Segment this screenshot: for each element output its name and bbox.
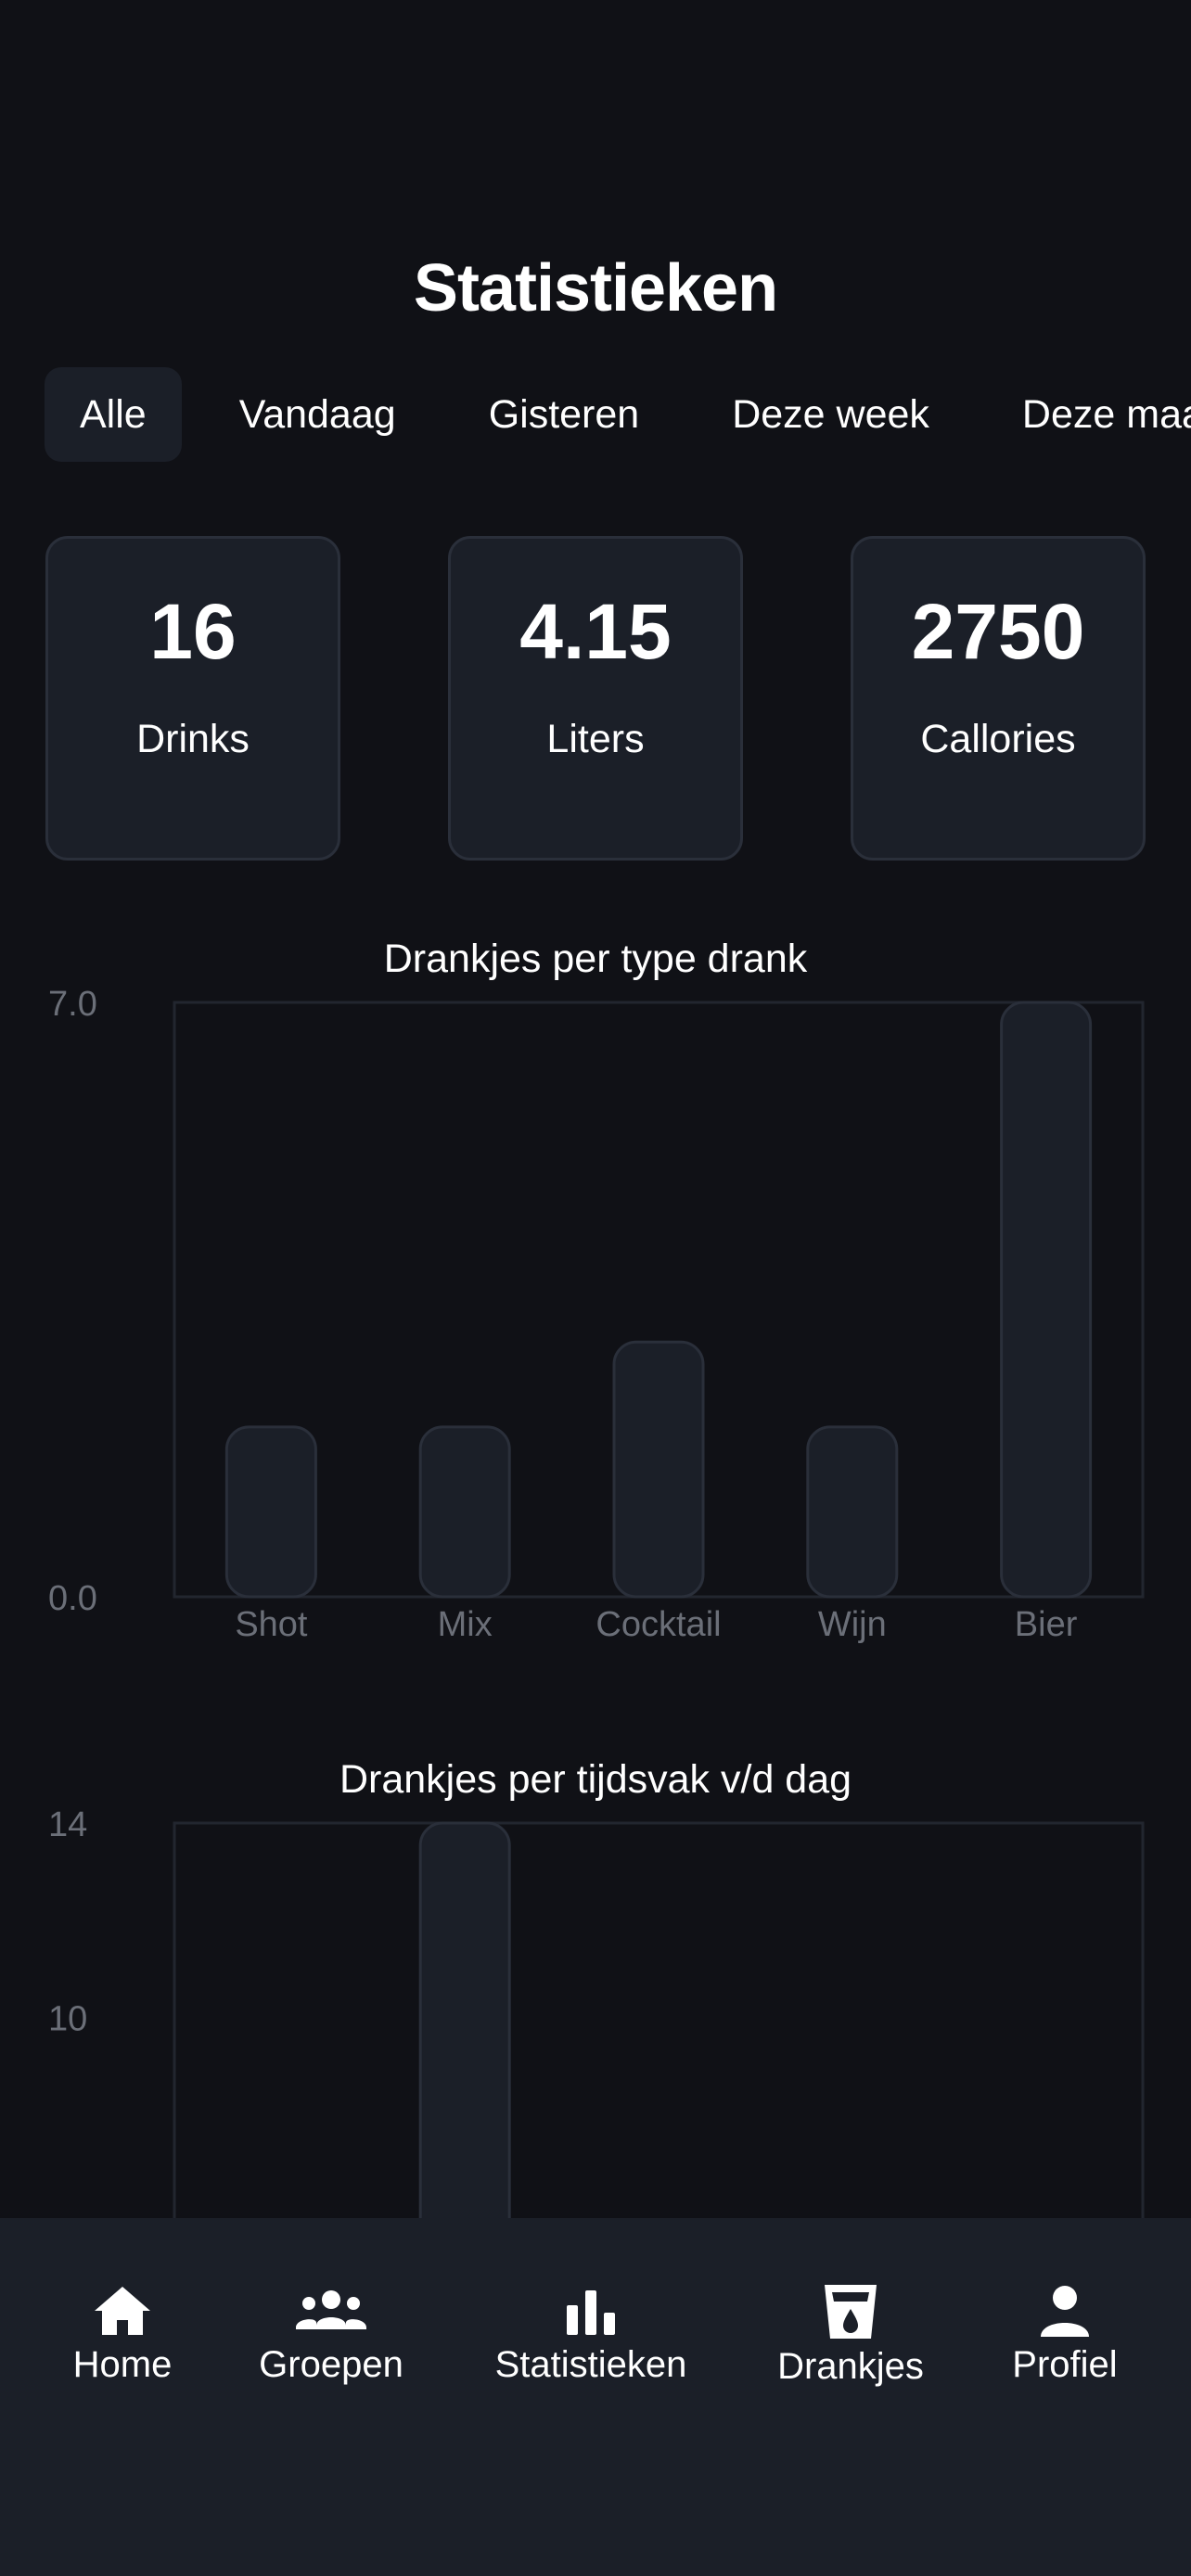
tab-drankjes[interactable]: Drankjes [770,2283,931,2388]
stat-card-liters: 4.15 Liters [448,536,743,861]
y-tick-label: 10 [48,2000,87,2039]
stat-label: Drinks [136,717,250,761]
tab-statistieken[interactable]: Statistieken [488,2283,694,2386]
period-filter-bar[interactable]: AlleVandaagGisterenDeze weekDeze maand [45,367,1191,462]
bar [418,1821,511,2218]
groups-icon [296,2290,366,2329]
filter-chip-alle[interactable]: Alle [45,367,182,462]
tab-label: Statistieken [494,2344,687,2385]
filter-chip-deze-week[interactable]: Deze week [697,367,965,462]
y-tick-label: 7.0 [48,985,97,1024]
tab-label: Drankjes [777,2346,924,2387]
tab-label: Home [72,2344,173,2385]
stat-value: 16 [149,588,237,675]
stat-value: 2750 [911,588,1085,675]
y-tick-label: 14 [48,1805,87,1844]
filter-chip-deze-maand[interactable]: Deze maand [987,367,1191,462]
filter-chip-gisteren[interactable]: Gisteren [454,367,675,462]
person-icon [1041,2286,1089,2337]
statistics-screen: Statistieken Alle Vandaag Gisteren Deze wee… [0,0,1191,2576]
tab-home[interactable]: Home [58,2283,187,2386]
plot-frame [173,1821,1145,2218]
tab-groepen[interactable]: Groepen [252,2283,410,2386]
bar [1000,1001,1093,1599]
bar [224,1425,317,1599]
x-tick-label: Wijn [818,1605,887,1644]
stat-card-calories: 2750 Callories [851,536,1146,861]
bar-chart-icon [567,2290,615,2335]
stat-label: Liters [546,717,645,761]
tab-profiel[interactable]: Profiel [1004,2283,1126,2386]
home-icon [95,2287,150,2335]
x-tick-label: Cocktail [596,1605,721,1644]
y-tick-label: 0.0 [48,1579,97,1618]
stat-value: 4.15 [519,588,672,675]
glass-icon [825,2285,877,2339]
stat-label: Callories [920,717,1076,761]
page-title: Statistieken [413,251,778,325]
tab-label: Groepen [259,2344,403,2385]
filter-chip-vandaag[interactable]: Vandaag [204,367,431,462]
stat-card-drinks: 16 Drinks [45,536,340,861]
tab-label: Profiel [1012,2344,1118,2385]
bottom-tab-bar: Home Groepen Statistieken Drankjes Profi… [0,2218,1191,2576]
x-tick-label: Mix [438,1605,493,1644]
time-slot-bar-chart: 14 10 [48,1805,1145,2218]
bar [418,1425,511,1599]
bar [806,1425,899,1599]
x-tick-label: Shot [235,1605,308,1644]
x-tick-label: Bier [1015,1605,1078,1644]
bar [612,1340,705,1599]
drink-type-bar-chart: 7.0 0.0 Shot Mix Cocktail Wijn Bier [48,985,1145,1644]
